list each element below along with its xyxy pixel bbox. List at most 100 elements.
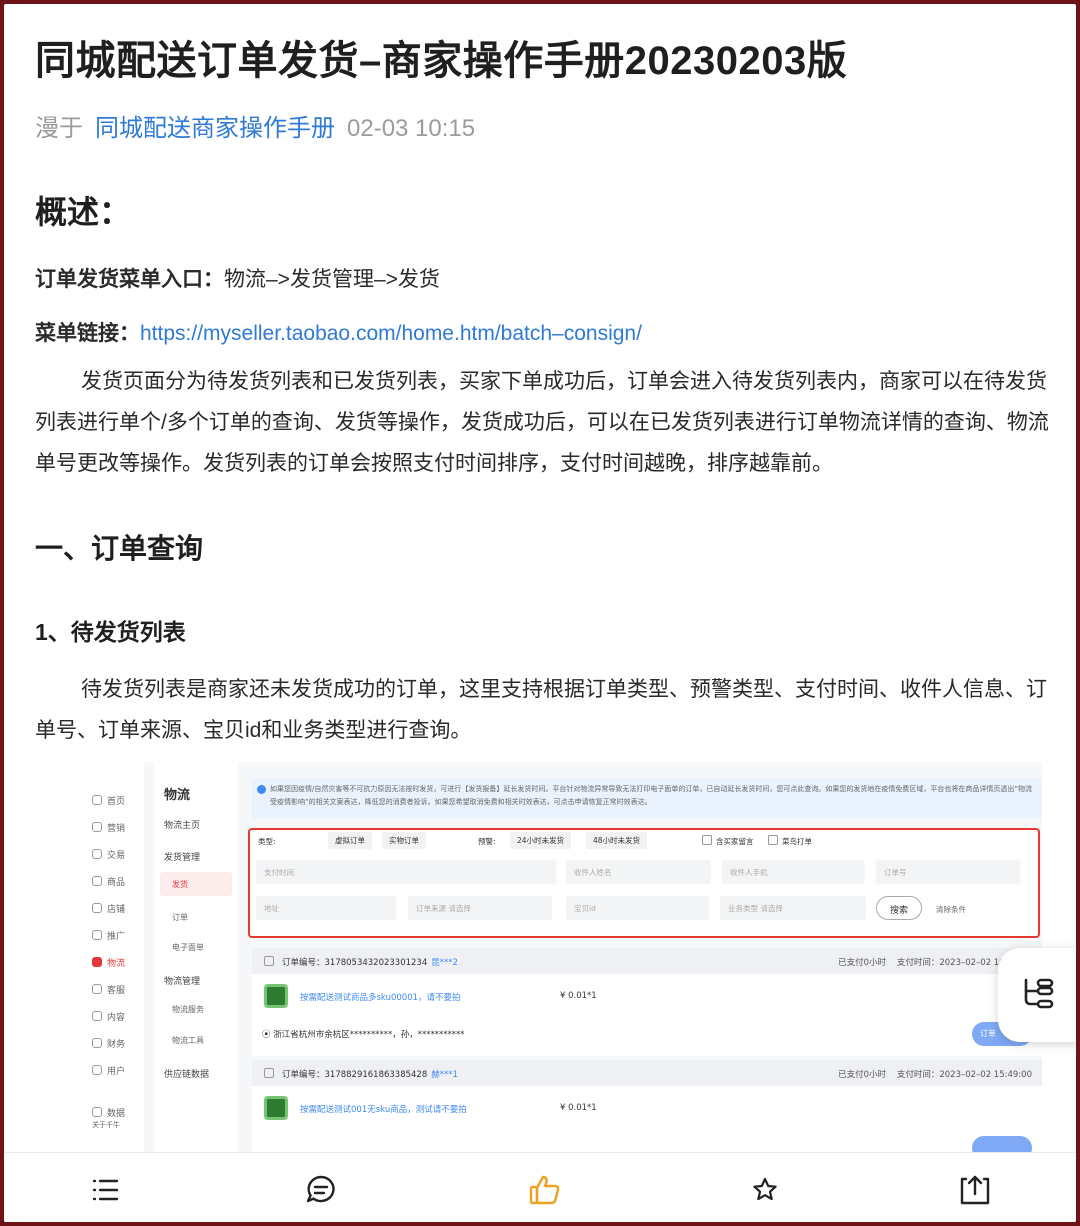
search-button[interactable]: 搜索 [876,896,923,920]
intro-paragraph: 发货页面分为待发货列表和已发货列表，买家下单成功后，订单会进入待发货列表内，商家… [35,370,1049,475]
item-id-input[interactable]: 宝贝id [566,896,709,920]
nav-item-finance[interactable]: 财务 [92,1037,125,1050]
megaphone-icon [92,822,102,832]
nav-item-data[interactable]: 数据 [92,1106,125,1119]
nav-item-trade[interactable]: 交易 [92,848,125,861]
nav-item-shop[interactable]: 店铺 [92,902,125,915]
publish-date: 02-03 10:15 [347,115,476,142]
overview-heading: 概述： [35,194,132,230]
menu-entry-label: 订单发货菜单入口： [35,268,224,291]
warn-pill-24h[interactable]: 24小时未发货 [510,832,572,849]
order-header: 订单编号：3178829161863385428 赫***1 已支付0小时 支付时间… [252,1060,1042,1086]
order-no-input[interactable]: 订单号 [876,860,1020,884]
goods-icon [92,876,102,886]
cainiao-label: 菜鸟打单 [782,837,812,846]
menu-entry-value: 物流–>发货管理–>发货 [224,268,440,291]
pending-list-paragraph: 待发货列表是商家还未发货成功的订单，这里支持根据订单类型、预警类型、支付时间、收… [35,678,1047,742]
nav2-group-logistics-mgmt[interactable]: 物流管理 [164,974,200,987]
nav2-item-ship[interactable]: 发货 [160,872,232,896]
nav-item-service[interactable]: 客服 [92,983,125,996]
receiver-phone-input[interactable]: 收件人手机 [722,860,865,884]
buyer-message-label: 含买家留言 [716,837,754,846]
buyer-name[interactable]: 昆***2 [431,958,458,968]
outline-float-button[interactable] [998,948,1076,1042]
goods-price: ¥ 0.01*1 [560,1103,597,1113]
menu-entry-line: 订单发货菜单入口：物流–>发货管理–>发货 [35,263,440,293]
nav2-logistics-home[interactable]: 物流主页 [164,818,200,831]
goods-title[interactable]: 按需配送测试001无sku商品，测试请不要拍 [300,1103,467,1115]
menu-link-line: 菜单链接：https://myseller.taobao.com/home.ht… [35,317,642,347]
warn-pill-48h[interactable]: 48小时未发货 [586,832,648,849]
collection-link[interactable]: 同城配送商家操作手册 [95,115,335,142]
buyer-message-checkbox[interactable] [702,835,712,845]
goods-thumbnail[interactable] [264,1096,288,1120]
shop-icon [92,903,102,913]
comment-icon[interactable] [304,1173,338,1207]
home-icon [92,795,102,805]
info-icon [257,785,266,794]
order-card: 订单编号：3178829161863385428 赫***1 已支付0小时 支付时间… [252,1060,1042,1152]
order-header: 订单编号：3178053432023301234 昆***2 已支付0小时 支付时间… [252,948,1042,974]
type-pill-physical[interactable]: 实物订单 [382,832,426,849]
subsection-heading-pending-list: 1、待发货列表 [35,619,186,645]
meta-prefix: 漫于 [35,115,83,142]
warn-label: 预警: [478,837,496,846]
biz-type-select[interactable]: 业务类型 请选择 [720,896,866,920]
notice-text: 如果您因疫情/自然灾害等不可抗力原因无法按时发货，可进行【发货报备】延长发货时间… [270,785,1032,806]
headset-icon [92,984,102,994]
content-icon [92,1011,102,1021]
receiver-name-input[interactable]: 收件人姓名 [566,860,711,884]
source-select[interactable]: 订单来源 请选择 [408,896,552,920]
logistics-icon [92,957,102,967]
clear-filters-link[interactable]: 清除条件 [936,904,966,915]
nav2-item-eorder[interactable]: 电子面单 [172,942,204,953]
type-label: 类型: [258,837,276,846]
app-frame: 同城配送订单发货–商家操作手册20230203版 漫于 同城配送商家操作手册 02-… [4,4,1076,1222]
order-checkbox[interactable] [264,956,274,966]
type-pill-virtual[interactable]: 虚拟订单 [328,832,372,849]
nav-item-promotion[interactable]: 推广 [92,929,125,942]
goods-title[interactable]: 按需配送测试商品多sku00001，请不要拍 [300,991,461,1003]
finance-icon [92,1038,102,1048]
article-title: 同城配送订单发货–商家操作手册20230203版 [35,39,848,83]
nav-item-marketing[interactable]: 营销 [92,821,125,834]
order-checkbox[interactable] [264,1068,274,1078]
nav2-group-shipping[interactable]: 发货管理 [164,850,200,863]
order-number: 订单编号：3178829161863385428 [282,1070,428,1080]
address-select[interactable]: 地址 [256,896,396,920]
nav-item-logistics[interactable]: 物流 [92,956,125,969]
order-action-button[interactable] [972,1136,1032,1152]
nav2-item-orders[interactable]: 订单 [172,912,188,923]
embedded-screenshot: 首页 营销 交易 商品 店铺 推广 物流 客服 内容 财务 用户 数据 关于千牛… [82,762,1042,1152]
nav-item-users[interactable]: 用户 [92,1064,125,1077]
about-qianniu[interactable]: 关于千牛 [92,1120,120,1130]
location-icon [92,930,102,940]
like-icon[interactable] [528,1173,562,1207]
type-pill-all[interactable]: 全部 [288,832,317,849]
secondary-nav: 物流 物流主页 发货管理 发货 订单 电子面单 物流管理 物流服务 物流工具 供… [154,762,238,1152]
data-icon [92,1107,102,1117]
list-icon[interactable] [88,1173,122,1207]
nav2-title: 物流 [164,788,191,803]
article-body: 同城配送订单发货–商家操作手册20230203版 漫于 同城配送商家操作手册 02-… [4,4,1076,1152]
nav-item-goods[interactable]: 商品 [92,875,125,888]
pay-time-input[interactable]: 支付时间 [256,860,556,884]
pin-icon: ⦿ [262,1030,274,1040]
cainiao-checkbox[interactable] [768,835,778,845]
share-icon[interactable] [958,1173,992,1207]
nav2-supply-chain-data[interactable]: 供应链数据 [164,1067,209,1080]
receiver-address: ⦿ 浙江省杭州市余杭区**********，孙，*********** [262,1030,465,1040]
order-card: 订单编号：3178053432023301234 昆***2 已支付0小时 支付时间… [252,948,1042,1056]
star-icon[interactable] [748,1173,782,1207]
nav-item-home[interactable]: 首页 [92,794,125,807]
goods-price: ¥ 0.01*1 [560,991,597,1001]
menu-link-url[interactable]: https://myseller.taobao.com/home.htm/bat… [140,322,642,345]
bottom-toolbar [4,1152,1076,1222]
nav2-item-logistics-service[interactable]: 物流服务 [172,1004,204,1015]
buyer-name[interactable]: 赫***1 [431,1070,458,1080]
goods-thumbnail[interactable] [264,984,288,1008]
user-icon [92,1065,102,1075]
nav-item-content[interactable]: 内容 [92,1010,125,1023]
filter-panel: 类型: 全部 虚拟订单 实物订单 预警: 24小时未发货 48小时未发货 含买家… [248,828,1040,938]
nav2-item-logistics-tools[interactable]: 物流工具 [172,1035,204,1046]
